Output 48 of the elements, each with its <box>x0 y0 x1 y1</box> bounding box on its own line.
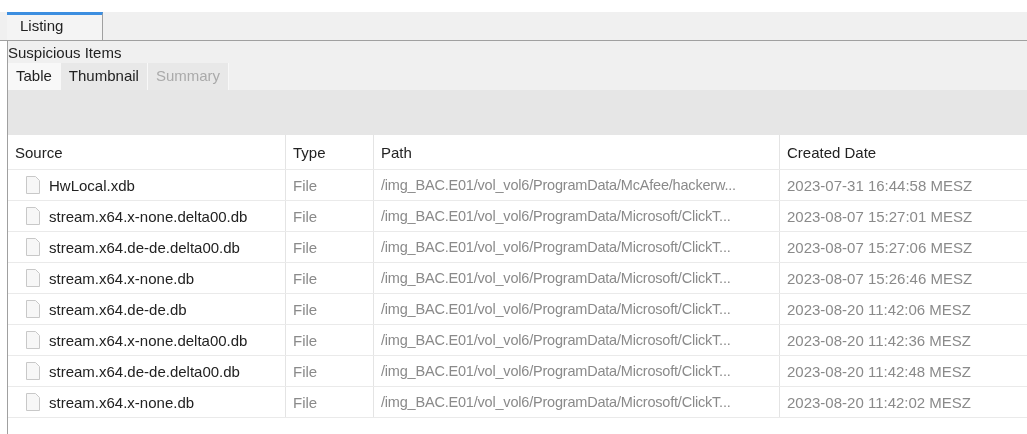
table-cell-text: 2023-08-20 11:42:48 MESZ <box>786 361 972 382</box>
panel-title: Suspicious Items <box>8 43 123 63</box>
table-cell: File <box>286 356 374 386</box>
file-icon <box>26 238 40 256</box>
table-cell: stream.x64.x-none.db <box>49 269 195 287</box>
file-icon <box>26 300 40 318</box>
table-cell: File <box>286 232 374 262</box>
table-cell-text: 2023-08-20 11:42:36 MESZ <box>786 330 972 351</box>
table-cell: HwLocal.xdb <box>49 176 135 194</box>
listing-tab[interactable]: Listing <box>7 12 103 40</box>
table-cell: File <box>286 325 374 355</box>
table-cell: /img_BAC.E01/vol_vol6/ProgramData/Microsoft/ClickT... <box>374 356 780 386</box>
table-cell: /img_BAC.E01/vol_vol6/ProgramData/Microsoft/ClickT... <box>374 387 780 417</box>
table-cell-text: 2023-08-20 11:42:06 MESZ <box>786 299 972 320</box>
table-cell: /img_BAC.E01/vol_vol6/ProgramData/Microsoft/ClickT... <box>374 201 780 231</box>
table-cell-text: 2023-07-31 16:44:58 MESZ <box>786 175 974 196</box>
table-cell: File <box>286 294 374 324</box>
file-icon <box>26 331 40 349</box>
table-cell: File <box>286 387 374 417</box>
file-icon <box>26 207 40 225</box>
table-cell: /img_BAC.E01/vol_vol6/ProgramData/Microsoft/ClickT... <box>374 325 780 355</box>
table-cell: /img_BAC.E01/vol_vol6/ProgramData/Microsoft/ClickT... <box>374 263 780 293</box>
table-cell: File <box>286 201 374 231</box>
file-icon <box>26 393 40 411</box>
column-header[interactable]: Created Date <box>780 135 1027 169</box>
column-header[interactable]: Type <box>286 135 374 169</box>
file-icon <box>26 269 40 287</box>
table-cell-text: 2023-08-20 11:42:02 MESZ <box>786 392 972 413</box>
table-cell: stream.x64.x-none.db <box>49 393 195 411</box>
table-cell: /img_BAC.E01/vol_vol6/ProgramData/Microsoft/ClickT... <box>374 232 780 262</box>
table-cell: stream.x64.de-de.delta00.db <box>49 362 240 380</box>
table-cell: /img_BAC.E01/vol_vol6/ProgramData/McAfee/hackerw... <box>374 170 780 200</box>
table-cell: stream.x64.x-none.delta00.db <box>49 207 248 225</box>
file-icon <box>26 176 40 194</box>
table-cell: /img_BAC.E01/vol_vol6/ProgramData/Microsoft/ClickT... <box>374 294 780 324</box>
table-cell-text: 2023-08-07 15:26:46 MESZ <box>786 268 974 289</box>
table-cell: stream.x64.de-de.db <box>49 300 187 318</box>
table-cell: stream.x64.x-none.delta00.db <box>49 331 248 349</box>
file-icon <box>26 362 40 380</box>
table-cell: File <box>286 263 374 293</box>
table-cell-text: 2023-08-07 15:27:01 MESZ <box>786 206 974 227</box>
table-cell: stream.x64.de-de.delta00.db <box>49 238 240 256</box>
view-tab[interactable]: Table <box>8 63 61 90</box>
table-cell: File <box>286 170 374 200</box>
column-header[interactable]: Path <box>374 135 780 169</box>
table-cell-text: 2023-08-07 15:27:06 MESZ <box>786 237 974 258</box>
view-tab[interactable]: Thumbnail <box>60 63 148 90</box>
column-header[interactable]: Source <box>8 135 286 169</box>
